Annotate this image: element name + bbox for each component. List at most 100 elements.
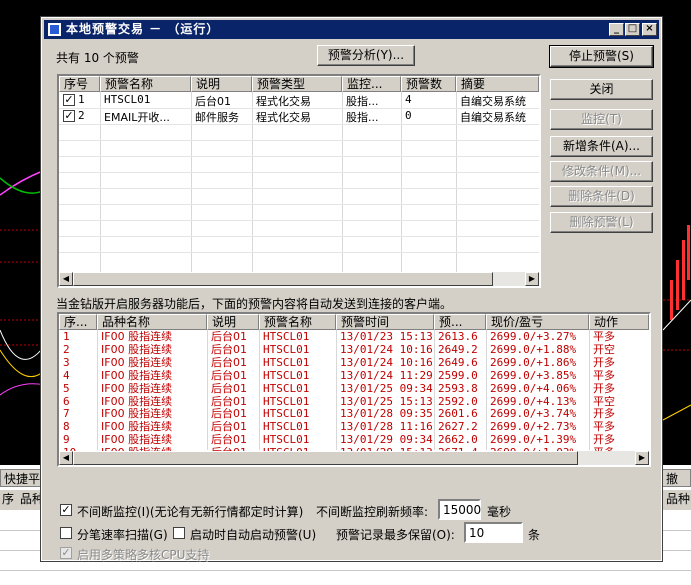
- alert-enable-checkbox[interactable]: ✓: [63, 110, 75, 122]
- scroll-thumb[interactable]: [73, 272, 493, 286]
- delete-condition-button[interactable]: 删除条件(D): [550, 186, 653, 207]
- monitor-button[interactable]: 监控(T): [550, 109, 653, 130]
- cell-desc: 后台01: [211, 434, 247, 447]
- grid-line: [59, 204, 539, 205]
- cell-action: 开多: [593, 356, 615, 369]
- cell-alert-time: 13/01/29 09:34: [340, 434, 433, 447]
- cell-no: 8: [63, 421, 70, 434]
- col-header-product[interactable]: 品种名称: [97, 314, 207, 330]
- close-button[interactable]: 关闭: [550, 79, 653, 100]
- col-header-count[interactable]: 预警数: [401, 76, 456, 92]
- alert-enable-checkbox[interactable]: ✓: [63, 94, 75, 106]
- alert-analysis-button[interactable]: 预警分析(Y)...: [317, 45, 415, 66]
- server-notice: 当金钻版开启服务器功能后，下面的预警内容将自动发送到连接的客户端。: [56, 297, 453, 311]
- col-header-type[interactable]: 预警类型: [252, 76, 342, 92]
- grid-line: [252, 92, 253, 272]
- cell-count: 4: [405, 93, 412, 106]
- refresh-rate-input[interactable]: 15000: [438, 499, 481, 520]
- tick-scan-checkbox[interactable]: [60, 527, 72, 539]
- cell-alert-time: 13/01/25 15:13: [340, 395, 433, 408]
- autostart-label: 启动时自动启动预警(U): [190, 528, 317, 542]
- scroll-thumb[interactable]: [73, 451, 578, 465]
- cell-alert-time: 13/01/24 11:29: [340, 369, 433, 382]
- grid-line: [59, 172, 539, 173]
- alerts-list[interactable]: 序号 预警名称 说明 预警类型 监控... 预警数 摘要 ✓ 1 HTSCL01…: [57, 74, 541, 288]
- cell-no: 3: [63, 356, 70, 369]
- autostart-checkbox[interactable]: [173, 527, 185, 539]
- alerts-hscrollbar[interactable]: ◀ ▶: [59, 272, 539, 286]
- quick-close-tab[interactable]: 快捷平仓: [0, 469, 44, 504]
- col-header-alert-name[interactable]: 预警名称: [259, 314, 336, 330]
- cancel-order-tab[interactable]: 撤单: [662, 469, 691, 504]
- col-header-desc[interactable]: 说明: [207, 314, 259, 330]
- col-header-name[interactable]: 预警名称: [100, 76, 191, 92]
- cell-no: 6: [63, 395, 70, 408]
- col-header-action[interactable]: 动作: [589, 314, 649, 330]
- grid-line: [100, 92, 101, 272]
- col-header-monitor[interactable]: 监控...: [342, 76, 401, 92]
- minimize-icon[interactable]: _: [609, 23, 624, 36]
- col-header-current[interactable]: 现价/盈亏: [486, 314, 589, 330]
- cell-product: IF00 股指连续: [101, 434, 173, 447]
- app-icon: [48, 23, 61, 36]
- cell-name: EMAIL开收...: [104, 111, 170, 124]
- scroll-right-icon[interactable]: ▶: [635, 451, 649, 465]
- cell-product: IF00 股指连续: [101, 395, 173, 408]
- cell-product: IF00 股指连续: [101, 343, 173, 356]
- maximize-icon[interactable]: □: [625, 23, 640, 36]
- cell-desc: 后台01: [195, 95, 231, 108]
- max-records-unit: 条: [528, 528, 541, 542]
- col-header-desc[interactable]: 说明: [191, 76, 252, 92]
- cell-alert-time: 13/01/24 10:16: [340, 343, 433, 356]
- cell-product: IF00 股指连续: [101, 331, 173, 343]
- cell-desc: 后台01: [211, 331, 247, 343]
- cell-no: 9: [63, 434, 70, 447]
- cell-alert-name: HTSCL01: [263, 343, 310, 356]
- title-bar[interactable]: 本地预警交易 － （运行） _ □ ×: [44, 20, 659, 39]
- grid-line: [191, 92, 192, 272]
- cell-product: IF00 股指连续: [101, 421, 173, 434]
- alert-records-list[interactable]: 序... 品种名称 说明 预警名称 预警时间 预... 现价/盈亏 动作 1 IF…: [57, 312, 651, 467]
- col-header-summary[interactable]: 摘要: [456, 76, 539, 92]
- stop-alert-button[interactable]: 停止预警(S): [549, 45, 654, 68]
- close-icon[interactable]: ×: [642, 23, 657, 36]
- col-header-no[interactable]: 序...: [59, 314, 97, 330]
- cell-desc: 后台01: [211, 421, 247, 434]
- scroll-left-icon[interactable]: ◀: [59, 272, 73, 286]
- grid-line: [59, 140, 539, 141]
- cell-current: 2699.0/+1.88%: [490, 343, 577, 356]
- continuous-monitor-label: 不间断监控(I)(无论有无新行情都定时计算): [77, 505, 304, 519]
- cell-alert-name: HTSCL01: [263, 369, 310, 382]
- continuous-monitor-checkbox[interactable]: ✓: [60, 504, 72, 516]
- max-records-input[interactable]: 10: [464, 522, 523, 543]
- cell-alert-name: HTSCL01: [263, 382, 310, 395]
- window-title: 本地预警交易 － （运行）: [66, 22, 220, 36]
- cell-alert-price: 2592.0: [438, 395, 478, 408]
- cell-no: 1: [63, 331, 70, 343]
- grid-line: [456, 92, 457, 272]
- alert-count-label: 共有 10 个预警: [56, 51, 139, 65]
- add-condition-button[interactable]: 新增条件(A)...: [550, 136, 653, 157]
- background-col-no: 序: [2, 492, 15, 506]
- col-header-alert-time[interactable]: 预警时间: [336, 314, 434, 330]
- cell-monitor: 股指...: [346, 95, 379, 108]
- cell-desc: 邮件服务: [195, 111, 239, 124]
- scroll-right-icon[interactable]: ▶: [525, 272, 539, 286]
- background-grid-line: [0, 570, 691, 571]
- cell-alert-time: 13/01/25 09:34: [340, 382, 433, 395]
- multicore-checkbox[interactable]: ✓: [60, 547, 72, 559]
- cell-alert-name: HTSCL01: [263, 408, 310, 421]
- cell-alert-price: 2613.6: [438, 331, 478, 343]
- cell-summary: 自编交易系统: [460, 95, 526, 108]
- modify-condition-button[interactable]: 修改条件(M)...: [550, 161, 653, 182]
- cell-no: 4: [63, 369, 70, 382]
- scroll-left-icon[interactable]: ◀: [59, 451, 73, 465]
- col-header-alert-price[interactable]: 预...: [434, 314, 486, 330]
- records-hscrollbar[interactable]: ◀ ▶: [59, 451, 649, 465]
- delete-alert-button[interactable]: 删除预警(L): [550, 212, 653, 233]
- grid-line: [434, 330, 435, 450]
- max-records-label: 预警记录最多保留(O):: [336, 528, 455, 542]
- grid-line: [59, 220, 539, 221]
- col-header-no[interactable]: 序号: [59, 76, 100, 92]
- cell-alert-price: 2649.2: [438, 343, 478, 356]
